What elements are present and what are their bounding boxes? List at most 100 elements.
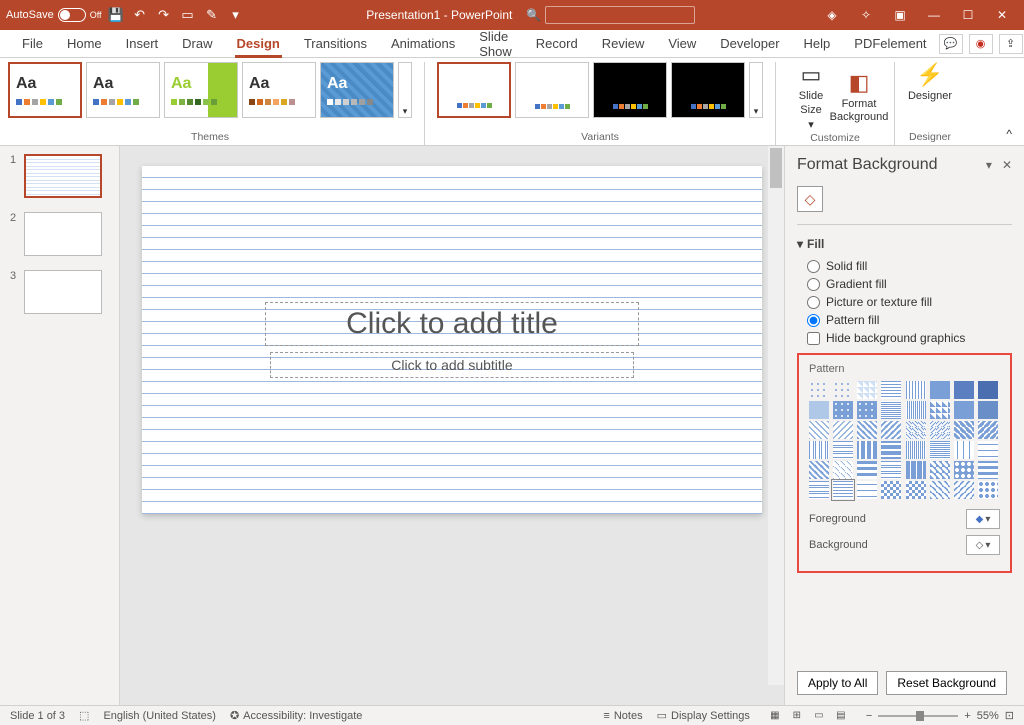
slide-counter[interactable]: Slide 1 of 3 <box>10 710 65 722</box>
pattern-swatch[interactable] <box>978 421 998 439</box>
pattern-swatch[interactable] <box>881 461 901 479</box>
pattern-swatch[interactable] <box>833 381 853 399</box>
autosave-toggle[interactable]: AutoSave Off <box>6 8 102 22</box>
pattern-swatch[interactable] <box>809 481 829 499</box>
pattern-swatch[interactable] <box>833 481 853 499</box>
variant-thumb[interactable] <box>515 62 589 118</box>
pane-options-icon[interactable]: ▾ <box>986 158 992 172</box>
redo-icon[interactable]: ↷ <box>154 5 174 25</box>
pattern-swatch[interactable] <box>906 461 926 479</box>
notes-button[interactable]: ≡ Notes <box>603 710 642 722</box>
apply-to-all-button[interactable]: Apply to All <box>797 671 878 695</box>
theme-thumb[interactable]: Aa <box>320 62 394 118</box>
vertical-scrollbar[interactable] <box>768 146 784 685</box>
theme-thumb[interactable]: Aa <box>86 62 160 118</box>
tab-home[interactable]: Home <box>55 30 114 58</box>
format-background-button[interactable]: ◧Format Background <box>836 62 882 132</box>
tab-developer[interactable]: Developer <box>708 30 791 58</box>
qat-more-icon[interactable]: ▾ <box>226 5 246 25</box>
pane-close-icon[interactable]: ✕ <box>1002 158 1012 172</box>
variants-more-button[interactable]: ▾ <box>749 62 763 118</box>
pattern-swatch[interactable] <box>881 381 901 399</box>
pattern-swatch[interactable] <box>930 441 950 459</box>
tab-review[interactable]: Review <box>590 30 657 58</box>
sorter-view-icon[interactable]: ⊞ <box>786 708 808 724</box>
pattern-swatch[interactable] <box>954 381 974 399</box>
tab-slideshow[interactable]: Slide Show <box>467 30 524 58</box>
pattern-swatch[interactable] <box>857 381 877 399</box>
pattern-swatch[interactable] <box>954 461 974 479</box>
pattern-swatch[interactable] <box>954 441 974 459</box>
pattern-swatch[interactable] <box>881 481 901 499</box>
theme-thumb[interactable]: Aa <box>8 62 82 118</box>
theme-thumb[interactable]: Aa <box>164 62 238 118</box>
pattern-swatch[interactable] <box>857 401 877 419</box>
pattern-swatch[interactable] <box>881 441 901 459</box>
pattern-swatch[interactable] <box>930 481 950 499</box>
pattern-swatch[interactable] <box>833 401 853 419</box>
tab-animations[interactable]: Animations <box>379 30 467 58</box>
slide-canvas-area[interactable]: Click to add title Click to add subtitle <box>120 146 784 705</box>
variant-thumb[interactable] <box>437 62 511 118</box>
zoom-in-icon[interactable]: + <box>964 710 970 722</box>
pattern-swatch[interactable] <box>857 461 877 479</box>
tab-transitions[interactable]: Transitions <box>292 30 379 58</box>
tab-draw[interactable]: Draw <box>170 30 224 58</box>
reading-view-icon[interactable]: ▭ <box>808 708 830 724</box>
display-settings-button[interactable]: ▭ Display Settings <box>657 709 750 722</box>
theme-thumb[interactable]: Aa <box>242 62 316 118</box>
zoom-control[interactable]: − + 55% ⊡ <box>866 709 1014 722</box>
pattern-swatch[interactable] <box>809 461 829 479</box>
pattern-swatch[interactable] <box>930 401 950 419</box>
tab-design[interactable]: Design <box>225 30 292 58</box>
picture-fill-radio[interactable]: Picture or texture fill <box>807 295 1012 309</box>
slideshow-view-icon[interactable]: ▤ <box>830 708 852 724</box>
hide-bg-checkbox[interactable]: Hide background graphics <box>807 331 1012 345</box>
reset-background-button[interactable]: Reset Background <box>886 671 1007 695</box>
pattern-swatch[interactable] <box>978 441 998 459</box>
pattern-swatch[interactable] <box>857 481 877 499</box>
subtitle-placeholder[interactable]: Click to add subtitle <box>270 352 633 378</box>
pattern-swatch[interactable] <box>978 381 998 399</box>
pattern-swatch[interactable] <box>930 381 950 399</box>
pattern-swatch[interactable] <box>881 421 901 439</box>
slide-thumbnail[interactable] <box>24 270 102 314</box>
solid-fill-radio[interactable]: Solid fill <box>807 259 1012 273</box>
pattern-swatch[interactable] <box>978 401 998 419</box>
zoom-level[interactable]: 55% <box>977 710 999 722</box>
pattern-swatch[interactable] <box>833 461 853 479</box>
zoom-out-icon[interactable]: − <box>866 710 872 722</box>
spell-check-icon[interactable]: ⬚ <box>79 709 89 722</box>
pattern-swatch[interactable] <box>954 481 974 499</box>
save-icon[interactable]: 💾 <box>106 5 126 25</box>
title-placeholder[interactable]: Click to add title <box>265 302 639 346</box>
collapse-ribbon-icon[interactable]: ^ <box>1002 123 1016 145</box>
comments-icon[interactable]: 💬 <box>939 34 963 54</box>
undo-icon[interactable]: ↶ <box>130 5 150 25</box>
background-color-button[interactable]: ◇▾ <box>966 535 1000 555</box>
pattern-swatch[interactable] <box>954 421 974 439</box>
pattern-swatch[interactable] <box>930 421 950 439</box>
pattern-swatch[interactable] <box>954 401 974 419</box>
pattern-swatch[interactable] <box>978 461 998 479</box>
maximize-button[interactable]: ☐ <box>952 0 984 30</box>
pattern-swatch[interactable] <box>906 481 926 499</box>
slide-thumbnail[interactable] <box>24 212 102 256</box>
themes-more-button[interactable]: ▾ <box>398 62 412 118</box>
variant-thumb[interactable] <box>593 62 667 118</box>
pattern-swatch[interactable] <box>809 421 829 439</box>
tab-pdfelement[interactable]: PDFelement <box>842 30 938 58</box>
normal-view-icon[interactable]: ▦ <box>764 708 786 724</box>
minimize-button[interactable]: — <box>918 0 950 30</box>
tab-view[interactable]: View <box>656 30 708 58</box>
variant-thumb[interactable] <box>671 62 745 118</box>
pattern-swatch[interactable] <box>978 481 998 499</box>
pattern-swatch[interactable] <box>833 421 853 439</box>
record-icon[interactable]: ◉ <box>969 34 993 54</box>
foreground-color-button[interactable]: ◆▾ <box>966 509 1000 529</box>
tab-insert[interactable]: Insert <box>114 30 171 58</box>
pattern-swatch[interactable] <box>857 441 877 459</box>
pattern-swatch[interactable] <box>809 381 829 399</box>
pattern-swatch[interactable] <box>809 441 829 459</box>
pattern-swatch[interactable] <box>833 441 853 459</box>
